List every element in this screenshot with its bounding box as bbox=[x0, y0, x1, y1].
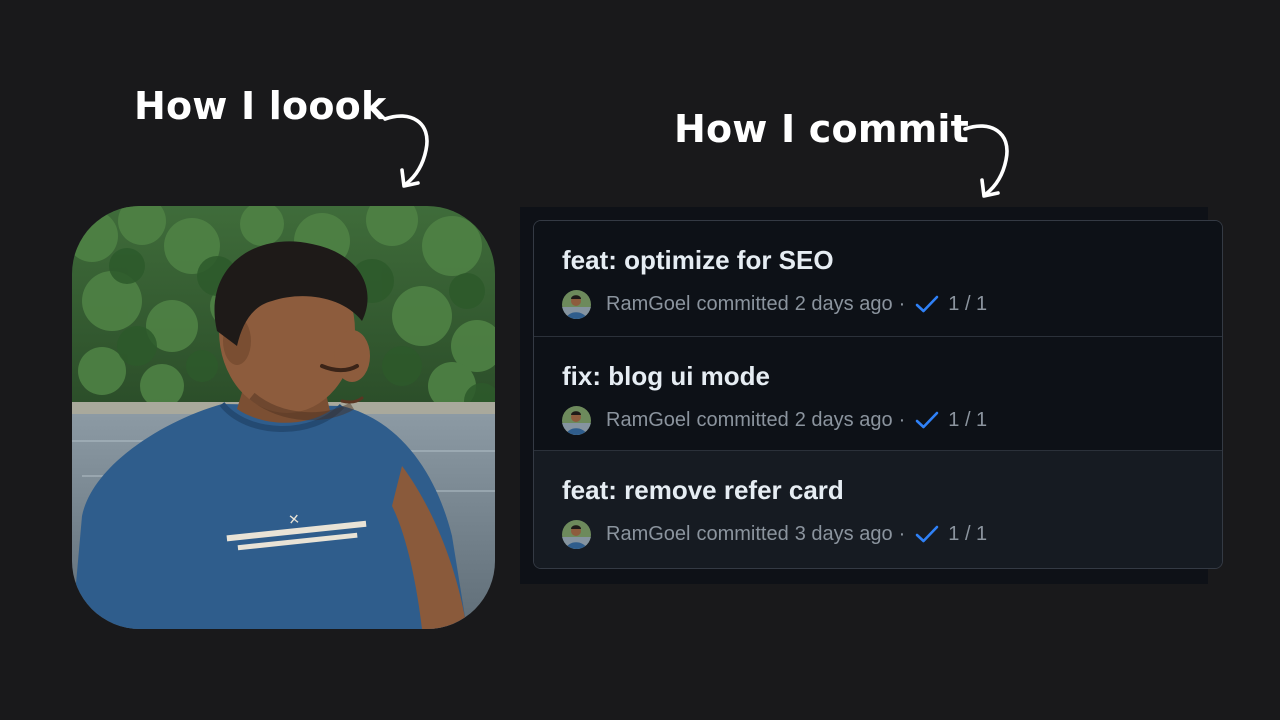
commit-verb: committed bbox=[696, 292, 789, 315]
separator: · bbox=[898, 522, 906, 545]
commit-history-panel: feat: optimize for SEO RamGoel committed… bbox=[520, 207, 1223, 584]
commit-title[interactable]: fix: blog ui mode bbox=[562, 361, 770, 392]
commit-meta: RamGoel committed 2 days ago · 1 / 1 bbox=[562, 405, 987, 435]
curved-arrow-down-icon bbox=[963, 124, 1009, 198]
commit-row[interactable]: fix: blog ui mode RamGoel committed 2 da… bbox=[534, 336, 1222, 451]
separator: · bbox=[898, 408, 906, 431]
how-i-look-heading: How I loook bbox=[134, 84, 387, 128]
avatar[interactable] bbox=[562, 519, 591, 549]
commit-meta: RamGoel committed 2 days ago · 1 / 1 bbox=[562, 289, 987, 319]
check-icon[interactable] bbox=[915, 294, 939, 314]
commit-row[interactable]: feat: remove refer card RamGoel committe… bbox=[534, 450, 1222, 568]
commit-meta: RamGoel committed 3 days ago · 1 / 1 bbox=[562, 519, 987, 549]
commit-title[interactable]: feat: optimize for SEO bbox=[562, 245, 834, 276]
check-icon[interactable] bbox=[915, 410, 939, 430]
commit-verb: committed bbox=[696, 522, 789, 545]
checks-count[interactable]: 1 / 1 bbox=[948, 523, 987, 546]
how-i-commit-heading: How I commit bbox=[674, 107, 970, 151]
checks-count[interactable]: 1 / 1 bbox=[948, 409, 987, 432]
checks-count[interactable]: 1 / 1 bbox=[948, 293, 987, 316]
commit-time: 3 days ago bbox=[794, 522, 893, 545]
commit-author[interactable]: RamGoel bbox=[606, 523, 690, 546]
svg-text:✕: ✕ bbox=[288, 512, 301, 529]
curved-arrow-down-icon bbox=[383, 114, 429, 188]
commit-row[interactable]: feat: optimize for SEO RamGoel committed… bbox=[534, 221, 1222, 336]
profile-photo: ✕ bbox=[72, 206, 495, 629]
commit-author[interactable]: RamGoel bbox=[606, 409, 690, 432]
commit-title[interactable]: feat: remove refer card bbox=[562, 475, 844, 506]
avatar[interactable] bbox=[562, 405, 591, 435]
commit-time: 2 days ago bbox=[794, 292, 893, 315]
avatar[interactable] bbox=[562, 289, 591, 319]
commit-verb: committed bbox=[696, 408, 789, 431]
commit-author[interactable]: RamGoel bbox=[606, 293, 690, 316]
commit-list: feat: optimize for SEO RamGoel committed… bbox=[533, 220, 1223, 569]
check-icon[interactable] bbox=[915, 524, 939, 544]
commit-time: 2 days ago bbox=[794, 408, 893, 431]
separator: · bbox=[898, 292, 906, 315]
